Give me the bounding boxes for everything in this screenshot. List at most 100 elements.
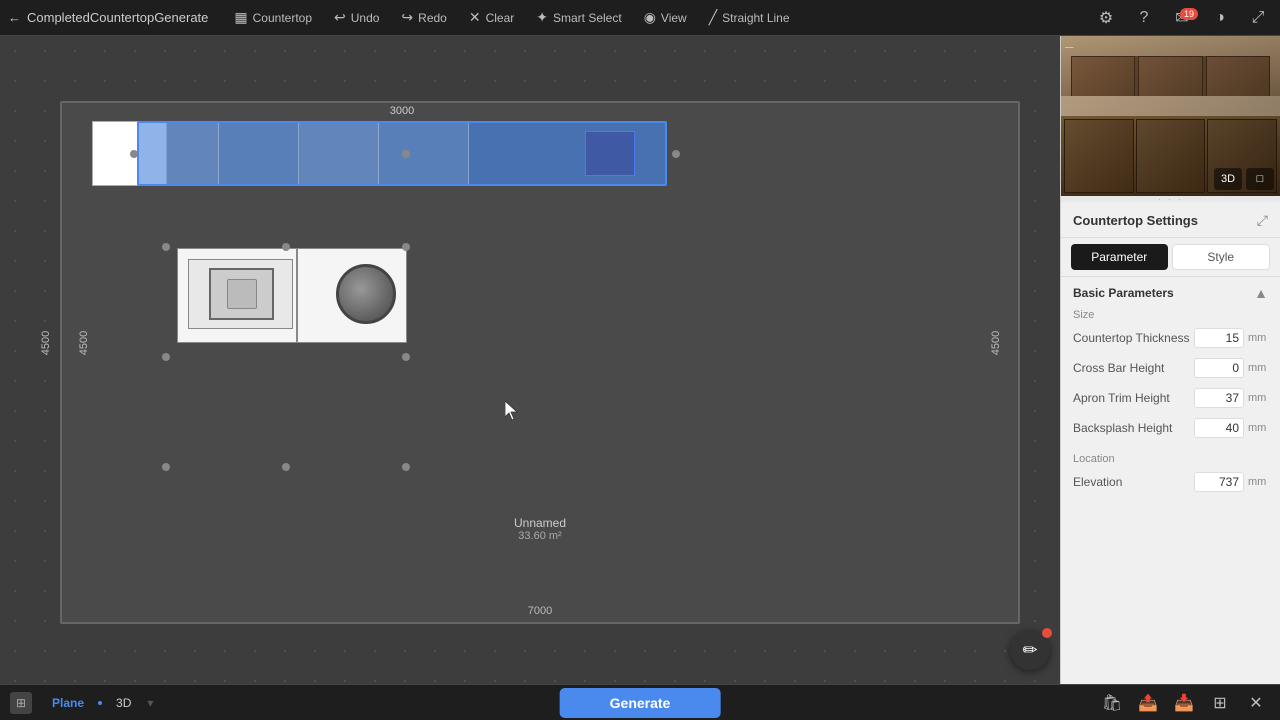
param-value-wrap-elevation: mm: [1194, 472, 1268, 492]
3d-preview: ─ 3D □: [1061, 36, 1280, 196]
param-value-wrap-backsplash: mm: [1194, 418, 1268, 438]
param-input-thickness[interactable]: [1194, 328, 1244, 348]
fullscreen-button[interactable]: ⤢: [1244, 4, 1272, 32]
preview-3d-button[interactable]: 3D: [1214, 168, 1242, 190]
param-backsplash: Backsplash Height mm: [1061, 413, 1280, 443]
param-value-wrap-apron: mm: [1194, 388, 1268, 408]
redo-icon: ↪: [401, 9, 413, 26]
view-button[interactable]: ◉ View: [634, 5, 697, 30]
view-expand-icon[interactable]: ▾: [147, 696, 153, 710]
handle-island-ml[interactable]: [162, 353, 170, 361]
cabinet-cell-2: [219, 123, 299, 184]
param-countertop-thickness: Countertop Thickness mm: [1061, 323, 1280, 353]
param-unit-apron: mm: [1248, 392, 1268, 404]
island-divider: [296, 249, 298, 342]
param-value-wrap-thickness: mm: [1194, 328, 1268, 348]
settings-header: Countertop Settings ⤢: [1061, 202, 1280, 238]
handle-top-right[interactable]: [672, 150, 680, 158]
undo-icon: ↩: [334, 9, 346, 26]
back-button[interactable]: ← CompletedCountertopGenerate: [8, 10, 208, 25]
param-input-crossbar[interactable]: [1194, 358, 1244, 378]
handle-island-mr[interactable]: [402, 353, 410, 361]
bottom-tools: 🛍 📤 📥 ⊞ ✕: [1098, 689, 1270, 717]
room-name: Unnamed: [514, 516, 566, 530]
section-toggle-icon[interactable]: ▲: [1254, 285, 1268, 301]
param-input-backsplash[interactable]: [1194, 418, 1244, 438]
sink-surround: [188, 259, 293, 329]
topbar: ← CompletedCountertopGenerate ▦ Countert…: [0, 0, 1280, 36]
float-chat-button[interactable]: ✏: [1010, 630, 1050, 670]
handle-island-tl[interactable]: [162, 243, 170, 251]
messages-button-wrap: ✉ 19: [1168, 4, 1196, 32]
kitchen-island[interactable]: [177, 248, 407, 343]
size-subsection-title: Size: [1061, 305, 1280, 323]
basic-parameters-title: Basic Parameters: [1073, 286, 1174, 300]
appliance-area: [336, 264, 396, 324]
room-label: Unnamed 33.60 m²: [514, 516, 566, 542]
cabinet-cell-3: [299, 123, 379, 184]
param-label-backsplash: Backsplash Height: [1073, 421, 1194, 435]
location-subsection-title: Location: [1061, 449, 1280, 467]
grid-icon[interactable]: ⊞: [1206, 689, 1234, 717]
straight-line-icon: ╱: [709, 9, 717, 26]
close-icon[interactable]: ✕: [1242, 689, 1270, 717]
dim-bottom-label: 7000: [528, 605, 552, 617]
straight-line-button[interactable]: ╱ Straight Line: [699, 5, 800, 30]
side-panel: ─ 3D □ · · · Countertop Settings ⤢ Param…: [1060, 36, 1280, 684]
handle-island-tm[interactable]: [282, 243, 290, 251]
help-button[interactable]: ?: [1130, 4, 1158, 32]
tab-style[interactable]: Style: [1172, 244, 1271, 270]
view-mode-icon[interactable]: ⊞: [10, 692, 32, 714]
plane-view-button[interactable]: Plane: [42, 693, 94, 713]
export-icon-2[interactable]: 📥: [1170, 689, 1198, 717]
palette-button[interactable]: ◑: [1206, 4, 1234, 32]
param-label-elevation: Elevation: [1073, 475, 1194, 489]
messages-badge: 19: [1180, 8, 1198, 20]
handle-island-bm[interactable]: [282, 463, 290, 471]
floor-plan[interactable]: 3000 4500 4500 4500 7000: [60, 101, 1020, 624]
bottombar: ⊞ Plane 3D ▾ Generate 🛍 📤 📥 ⊞ ✕: [0, 684, 1280, 720]
cabinet-cell-1: [139, 123, 219, 184]
view-toggle: ⊞ Plane 3D ▾: [10, 692, 153, 714]
param-value-wrap-crossbar: mm: [1194, 358, 1268, 378]
handle-island-bl[interactable]: [162, 463, 170, 471]
settings-title: Countertop Settings: [1073, 213, 1198, 228]
save-icon[interactable]: 🛍: [1098, 689, 1126, 717]
smart-select-icon: ✦: [536, 9, 548, 26]
clear-button[interactable]: ✕ Clear: [459, 5, 524, 30]
preview-controls: 3D □: [1214, 168, 1274, 190]
handle-island-br[interactable]: [402, 463, 410, 471]
3d-view-button[interactable]: 3D: [106, 693, 141, 713]
tab-parameter[interactable]: Parameter: [1071, 244, 1168, 270]
param-unit-thickness: mm: [1248, 332, 1268, 344]
preview-photo-button[interactable]: □: [1246, 168, 1274, 190]
generate-button[interactable]: Generate: [560, 688, 721, 718]
param-unit-crossbar: mm: [1248, 362, 1268, 374]
export-icon-1[interactable]: 📤: [1134, 689, 1162, 717]
param-cross-bar: Cross Bar Height mm: [1061, 353, 1280, 383]
cabinet-highlight: [585, 131, 635, 176]
sink-drain: [227, 279, 257, 309]
view-icon: ◉: [644, 9, 656, 26]
preview-collapse-icon[interactable]: ─: [1065, 40, 1081, 56]
handle-top-mid[interactable]: [402, 150, 410, 158]
toolbar: ▦ Countertop ↩ Undo ↪ Redo ✕ Clear ✦ Sma…: [224, 5, 1092, 30]
param-apron-trim: Apron Trim Height mm: [1061, 383, 1280, 413]
param-label-apron: Apron Trim Height: [1073, 391, 1194, 405]
param-input-elevation[interactable]: [1194, 472, 1244, 492]
handle-top-left[interactable]: [130, 150, 138, 158]
smart-select-button[interactable]: ✦ Smart Select: [526, 5, 631, 30]
param-input-apron[interactable]: [1194, 388, 1244, 408]
undo-button[interactable]: ↩ Undo: [324, 5, 389, 30]
redo-button[interactable]: ↪ Redo: [391, 5, 456, 30]
chat-icon: ✏: [1022, 640, 1037, 661]
countertop-tool[interactable]: ▦ Countertop: [224, 5, 322, 30]
canvas-area[interactable]: 3000 4500 4500 4500 7000: [0, 36, 1060, 684]
expand-icon[interactable]: ⤢: [1257, 212, 1268, 229]
settings-button[interactable]: ⚙: [1092, 4, 1120, 32]
view-indicator-dot: [98, 701, 102, 705]
param-label-thickness: Countertop Thickness: [1073, 331, 1194, 345]
dim-right-label: 4500: [990, 330, 1002, 354]
settings-button-wrap: ⚙: [1092, 4, 1120, 32]
handle-island-tr[interactable]: [402, 243, 410, 251]
